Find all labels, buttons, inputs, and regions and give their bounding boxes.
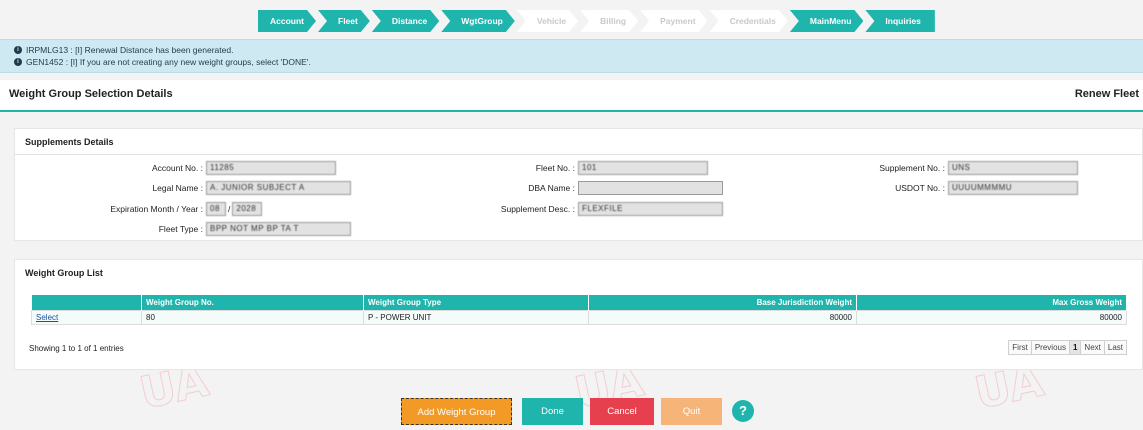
info-icon: i: [14, 58, 22, 66]
supplement-desc-label: Supplement Desc. :: [500, 204, 575, 214]
weight-group-no-cell: 80: [141, 309, 364, 325]
table-row: Select 80 P - POWER UNIT 80000 80000: [31, 309, 1127, 325]
supplement-no-row: Supplement No. : UNS: [805, 161, 1078, 175]
fleet-type-label: Fleet Type :: [158, 224, 203, 234]
step-mainmenu[interactable]: MainMenu: [790, 10, 864, 32]
step-vehicle: Vehicle: [517, 10, 578, 32]
select-link-cell: Select: [31, 309, 142, 325]
supplement-desc-field: FLEXFILE: [578, 202, 723, 216]
step-account[interactable]: Account: [258, 10, 316, 32]
legal-name-row: Legal Name : A. JUNIOR SUBJECT A: [55, 181, 351, 195]
dba-name-row: DBA Name :: [455, 181, 723, 195]
pagination: First Previous 1 Next Last: [1008, 340, 1127, 355]
account-no-row: Account No. : 11285: [55, 161, 336, 175]
info-icon: i: [14, 46, 22, 54]
base-weight-cell: 80000: [588, 309, 857, 325]
supplements-title: Supplements Details: [15, 129, 1142, 155]
usdot-no-field: UUUUMMMMU: [948, 181, 1078, 195]
column-header-base-weight[interactable]: Base Jurisdiction Weight: [588, 295, 857, 310]
action-bar: Add Weight Group Done Cancel Quit ?: [0, 398, 1143, 426]
fleet-no-label: Fleet No. :: [535, 163, 575, 173]
step-payment: Payment: [640, 10, 707, 32]
fleet-no-field: 101: [578, 161, 708, 175]
supplement-no-label: Supplement No. :: [879, 163, 945, 173]
expiration-year-field: 2028: [232, 202, 263, 216]
weight-group-table: Weight Group No. Weight Group Type Base …: [31, 295, 1127, 325]
account-no-field: 11285: [206, 161, 336, 175]
info-message: i GEN1452 : [I] If you are not creating …: [14, 56, 1129, 68]
account-no-label: Account No. :: [151, 163, 203, 173]
fleet-type-field: BPP NOT MP BP TA T: [206, 222, 351, 236]
help-icon[interactable]: ?: [732, 400, 754, 422]
supplement-desc-row: Supplement Desc. : FLEXFILE: [455, 202, 723, 216]
fleet-type-row: Fleet Type : BPP NOT MP BP TA T: [55, 222, 351, 236]
page-header: Weight Group Selection Details Renew Fle…: [0, 80, 1143, 112]
entries-info: Showing 1 to 1 of 1 entries: [29, 344, 124, 353]
usdot-no-label: USDOT No. :: [895, 183, 945, 193]
step-fleet[interactable]: Fleet: [318, 10, 370, 32]
fleet-no-row: Fleet No. : 101: [455, 161, 708, 175]
page-title: Weight Group Selection Details: [9, 88, 173, 100]
step-wgtgroup[interactable]: WgtGroup: [441, 10, 515, 32]
pager-page-1[interactable]: 1: [1069, 341, 1082, 354]
weight-group-title: Weight Group List: [25, 268, 103, 278]
wizard-nav: Account Fleet Distance WgtGroup Vehicle …: [258, 10, 937, 32]
supplements-panel: Supplements Details Account No. : 11285 …: [14, 128, 1143, 241]
expiration-month-field: 08: [206, 202, 226, 216]
cancel-button[interactable]: Cancel: [590, 398, 654, 425]
expiration-separator: /: [228, 204, 231, 214]
max-gross-cell: 80000: [856, 309, 1127, 325]
info-message: i IRPMLG13 : [I] Renewal Distance has be…: [14, 44, 1129, 56]
message-text: GEN1452 : [I] If you are not creating an…: [26, 57, 311, 67]
step-inquiries[interactable]: Inquiries: [865, 10, 935, 32]
pager-previous[interactable]: Previous: [1031, 341, 1070, 354]
legal-name-label: Legal Name :: [152, 183, 203, 193]
legal-name-field: A. JUNIOR SUBJECT A: [206, 181, 351, 195]
dba-name-field: [578, 181, 723, 195]
expiration-row: Expiration Month / Year : 08 / 2028: [55, 202, 263, 216]
column-header-weight-group-no[interactable]: Weight Group No.: [141, 295, 364, 310]
weight-group-type-cell: P - POWER UNIT: [363, 309, 589, 325]
done-button[interactable]: Done: [522, 398, 583, 425]
info-messages: i IRPMLG13 : [I] Renewal Distance has be…: [0, 39, 1143, 73]
weight-group-panel: Weight Group List Weight Group No. Weigh…: [14, 259, 1143, 370]
expiration-label: Expiration Month / Year :: [110, 204, 203, 214]
add-weight-group-button[interactable]: Add Weight Group: [401, 398, 512, 425]
usdot-no-row: USDOT No. : UUUUMMMMU: [805, 181, 1078, 195]
column-header-action: [31, 295, 142, 310]
message-text: IRPMLG13 : [I] Renewal Distance has been…: [26, 45, 234, 55]
select-link[interactable]: Select: [36, 313, 58, 322]
dba-name-label: DBA Name :: [528, 183, 575, 193]
column-header-max-gross[interactable]: Max Gross Weight: [856, 295, 1127, 310]
column-header-weight-group-type[interactable]: Weight Group Type: [363, 295, 589, 310]
step-billing: Billing: [580, 10, 638, 32]
pager-next[interactable]: Next: [1081, 341, 1105, 354]
pager-first[interactable]: First: [1009, 341, 1032, 354]
table-header-row: Weight Group No. Weight Group Type Base …: [31, 295, 1127, 310]
step-credentials: Credentials: [710, 10, 788, 32]
step-distance[interactable]: Distance: [372, 10, 439, 32]
pager-last[interactable]: Last: [1104, 341, 1126, 354]
quit-button[interactable]: Quit: [661, 398, 722, 425]
supplement-no-field: UNS: [948, 161, 1078, 175]
renew-fleet-label: Renew Fleet: [1074, 88, 1139, 100]
